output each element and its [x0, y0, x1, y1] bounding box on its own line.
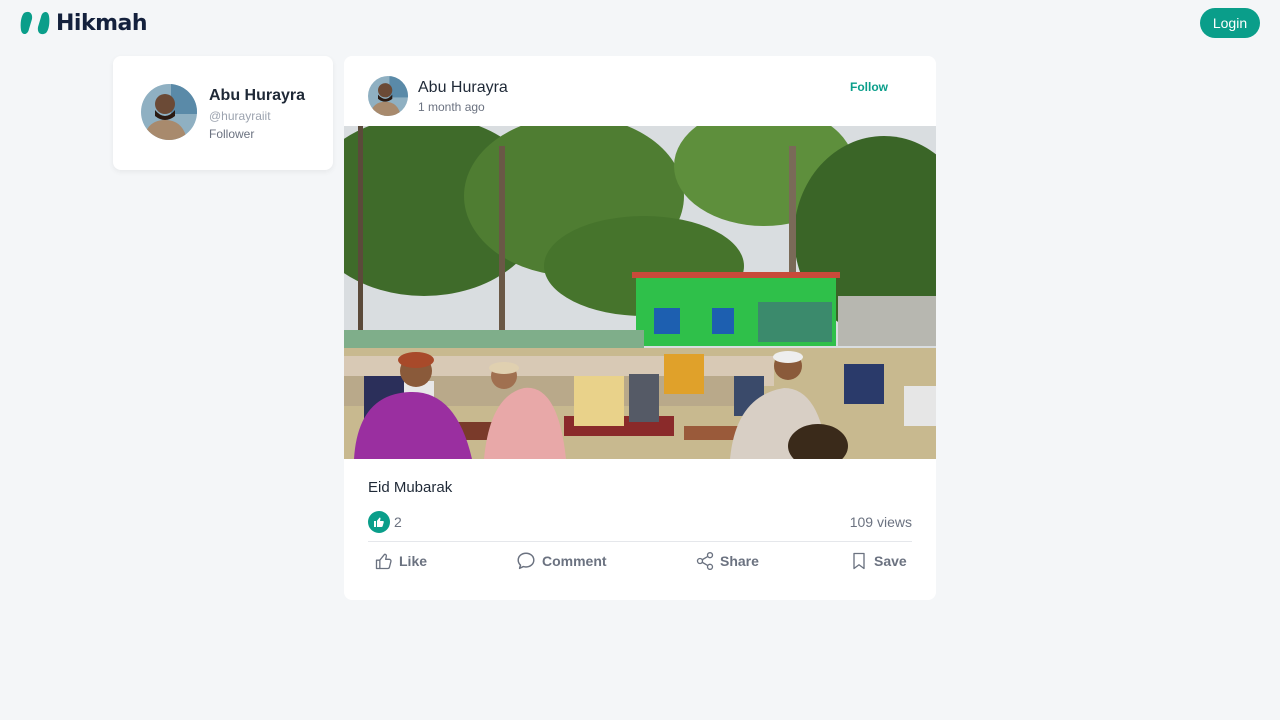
- post-caption: Eid Mubarak: [368, 479, 453, 496]
- share-button[interactable]: Share: [695, 550, 759, 572]
- divider: [368, 541, 912, 542]
- brand-name: Hikmah: [56, 10, 148, 36]
- avatar[interactable]: [141, 84, 197, 140]
- follow-button[interactable]: Follow: [850, 80, 888, 94]
- comment-button[interactable]: Comment: [515, 550, 607, 572]
- like-count[interactable]: 2: [394, 514, 402, 530]
- view-count: 109 views: [849, 514, 912, 530]
- login-button[interactable]: Login: [1200, 8, 1260, 38]
- thumbs-up-icon: [368, 511, 390, 533]
- profile-card: Abu Hurayra @hurayraiit Follower: [113, 56, 333, 170]
- share-icon: [696, 552, 714, 570]
- brand-logo[interactable]: Hikmah: [20, 10, 148, 36]
- reaction-summary: 2 109 views: [368, 511, 912, 533]
- profile-role: Follower: [209, 127, 255, 141]
- post-card: Abu Hurayra 1 month ago Follow Eid Mubar…: [344, 56, 936, 600]
- profile-handle: @hurayraiit: [209, 109, 271, 123]
- brand-logo-icon: [20, 10, 50, 36]
- save-label: Save: [874, 553, 907, 569]
- like-label: Like: [399, 553, 428, 569]
- post-image[interactable]: [344, 126, 936, 459]
- bookmark-icon: [853, 552, 865, 570]
- top-bar: Hikmah Login: [0, 0, 1280, 46]
- save-button[interactable]: Save: [849, 550, 907, 572]
- like-button[interactable]: Like: [374, 550, 427, 572]
- profile-name[interactable]: Abu Hurayra: [209, 87, 305, 105]
- like-icon: [375, 553, 392, 570]
- post-author-avatar[interactable]: [368, 76, 408, 116]
- post-author-name[interactable]: Abu Hurayra: [418, 79, 508, 97]
- comment-label: Comment: [542, 553, 607, 569]
- share-label: Share: [720, 553, 759, 569]
- post-timestamp: 1 month ago: [418, 100, 485, 114]
- comment-icon: [517, 552, 535, 570]
